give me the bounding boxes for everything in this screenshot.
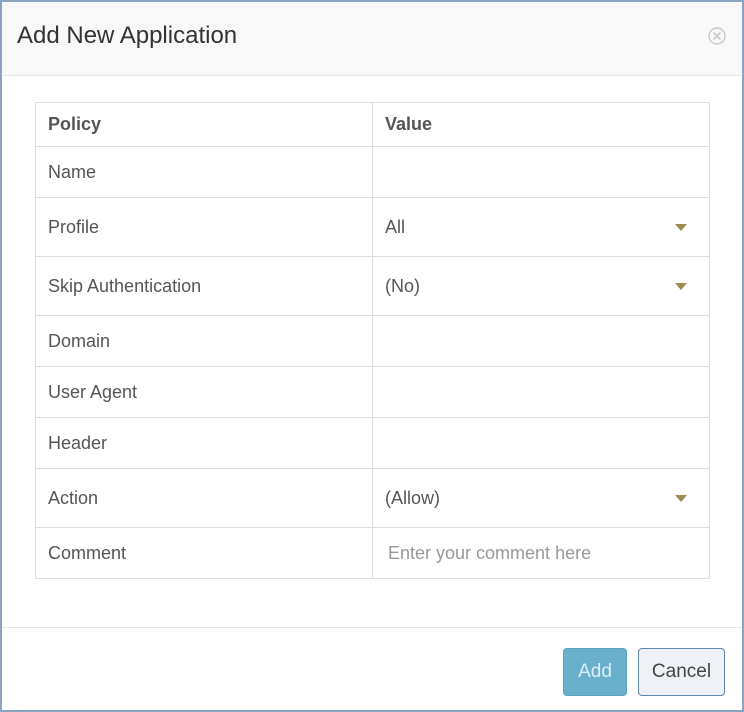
comment-cell [372, 527, 710, 579]
table-row-domain: Domain [35, 315, 710, 367]
profile-select[interactable]: All [385, 198, 697, 256]
action-cell: (Allow) [372, 468, 710, 528]
comment-input[interactable] [373, 529, 709, 577]
header-label: Header [35, 417, 373, 469]
dialog-footer: Add Cancel [2, 627, 742, 711]
skip-authentication-select[interactable]: (No) [385, 257, 697, 315]
table-row-skip-authentication: Skip Authentication (No) [35, 256, 710, 316]
close-icon[interactable] [708, 27, 726, 45]
name-label: Name [35, 146, 373, 198]
user-agent-cell [372, 366, 710, 418]
action-select[interactable]: (Allow) [385, 469, 697, 527]
caret-down-icon [675, 283, 687, 290]
policy-column-header: Policy [35, 102, 373, 147]
user-agent-input[interactable] [373, 368, 709, 416]
comment-label: Comment [35, 527, 373, 579]
skip-authentication-cell: (No) [372, 256, 710, 316]
table-row-comment: Comment [35, 527, 710, 579]
profile-selected-value: All [385, 216, 406, 237]
header-cell [372, 417, 710, 469]
profile-cell: All [372, 197, 710, 257]
domain-cell [372, 315, 710, 367]
table-row-action: Action (Allow) [35, 468, 710, 528]
dialog-title: Add New Application [17, 22, 238, 49]
table-row-user-agent: User Agent [35, 366, 710, 418]
add-button[interactable]: Add [563, 648, 627, 696]
skip-authentication-selected-value: (No) [385, 275, 420, 296]
header-input[interactable] [373, 419, 709, 467]
caret-down-icon [675, 224, 687, 231]
table-row-header: Header [35, 417, 710, 469]
action-selected-value: (Allow) [385, 487, 441, 508]
dialog-body: Policy Value Name Profile All Skip Authe… [35, 102, 710, 579]
cancel-button[interactable]: Cancel [638, 648, 725, 696]
profile-label: Profile [35, 197, 373, 257]
table-row-profile: Profile All [35, 197, 710, 257]
caret-down-icon [675, 495, 687, 502]
user-agent-label: User Agent [35, 366, 373, 418]
skip-authentication-label: Skip Authentication [35, 256, 373, 316]
name-input[interactable] [373, 148, 709, 196]
add-application-dialog: Add New Application Policy Value Name Pr… [0, 0, 744, 712]
domain-input[interactable] [373, 317, 709, 365]
domain-label: Domain [35, 315, 373, 367]
value-column-header: Value [372, 102, 710, 147]
table-row-name: Name [35, 146, 710, 198]
action-label: Action [35, 468, 373, 528]
name-cell [372, 146, 710, 198]
policy-table: Policy Value Name Profile All Skip Authe… [35, 102, 710, 579]
dialog-header: Add New Application [2, 2, 742, 76]
